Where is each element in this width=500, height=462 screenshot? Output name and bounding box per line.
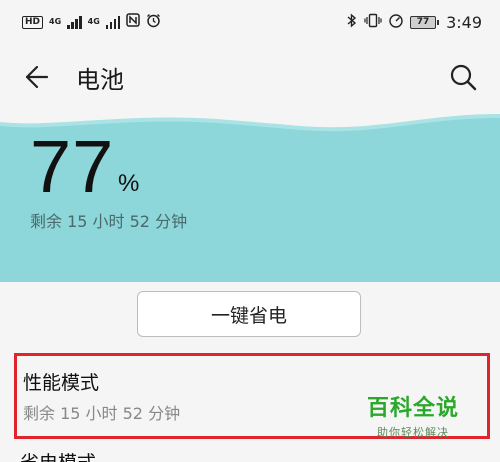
status-bar-right: 77 3:49 (346, 13, 482, 32)
battery-percent: 77 (30, 125, 115, 208)
hd-badge: HD (22, 15, 44, 29)
alarm-icon (146, 13, 161, 32)
performance-mode-subtitle: 剩余 15 小时 52 分钟 (23, 404, 181, 423)
status-bar-left: HD 4G 4G (22, 13, 161, 32)
back-arrow-icon[interactable] (22, 63, 50, 91)
bluetooth-icon (346, 12, 358, 32)
watermark: 百科全说 助你轻松解决 (367, 390, 459, 440)
screen: HD 4G 4G 77 3:49 电池 77 % 剩余 15 小时 52 分钟 … (0, 0, 500, 462)
battery-percent-unit: % (118, 170, 140, 197)
watermark-main: 百科全说 (366, 396, 459, 421)
power-saving-mode-row[interactable]: 省电模式 (20, 448, 96, 462)
network-label: 4G (87, 17, 100, 26)
status-bar: HD 4G 4G 77 3:49 (0, 0, 500, 44)
app-bar: 电池 (0, 44, 500, 110)
network-label: 4G (49, 17, 62, 26)
performance-mode-row[interactable]: 性能模式 剩余 15 小时 52 分钟 百科全说 助你轻松解决 (14, 353, 490, 439)
network-type-2: 4G (88, 18, 100, 26)
status-time: 3:49 (446, 12, 482, 32)
nfc-icon (126, 13, 141, 31)
network-type-1: 4G (49, 18, 61, 26)
page-title: 电池 (76, 65, 124, 94)
performance-mode-title: 性能模式 (23, 372, 100, 394)
signal-icon-1 (67, 15, 82, 29)
battery-icon: 77 (410, 15, 440, 29)
signal-icon-2 (105, 15, 121, 29)
remaining-time: 剩余 15 小时 52 分钟 (30, 212, 188, 231)
battery-status-panel: 77 % 剩余 15 小时 52 分钟 (0, 108, 500, 282)
one-key-power-save-button[interactable]: 一键省电 (137, 291, 361, 337)
vibrate-icon (364, 13, 382, 32)
search-icon[interactable] (448, 62, 478, 92)
watermark-sub: 助你轻松解决 (376, 426, 449, 439)
data-saver-icon (388, 13, 404, 32)
